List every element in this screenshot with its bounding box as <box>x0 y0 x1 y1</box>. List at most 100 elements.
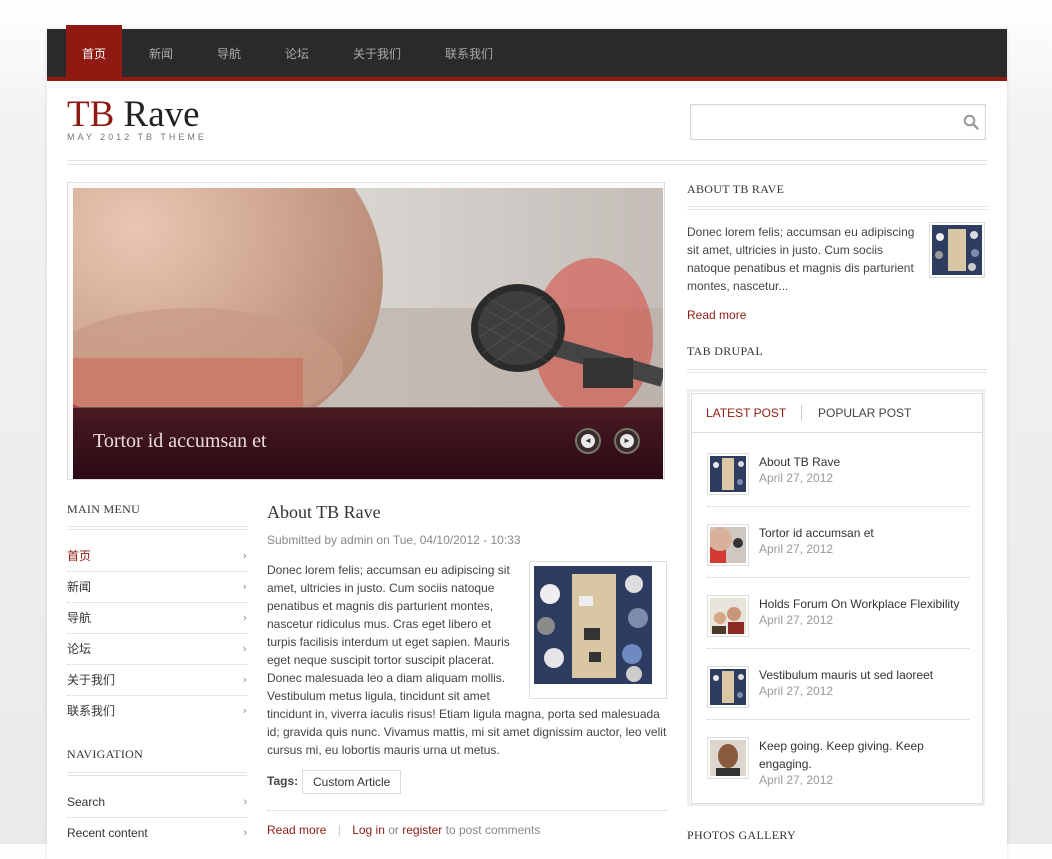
menu-item-label: 首页 <box>67 549 92 563</box>
menu-item-label: Search <box>67 795 106 809</box>
post-date: April 27, 2012 <box>759 542 834 556</box>
post-date: April 27, 2012 <box>759 684 834 698</box>
tab-separator <box>801 405 802 421</box>
meeting-thumbnail <box>710 669 746 705</box>
list-item[interactable]: Holds Forum On Workplace Flexibility Apr… <box>707 595 969 637</box>
nav-item-navigation[interactable]: 导航 <box>201 29 257 77</box>
main-menu-item-forum[interactable]: 论坛 › <box>67 634 247 665</box>
site-tagline: MAY 2012 TB THEME <box>67 132 207 142</box>
nav-menu-item-search[interactable]: Search › <box>67 787 247 818</box>
chevron-right-icon: › <box>242 673 247 686</box>
post-divider <box>707 577 969 578</box>
tags-label: Tags: <box>267 774 299 788</box>
nav-item-about[interactable]: 关于我们 <box>337 29 417 77</box>
slide-next-button[interactable]: ► <box>614 428 640 454</box>
people-thumbnail <box>710 598 746 634</box>
tag-link[interactable]: Custom Article <box>302 770 402 794</box>
main-menu-divider <box>67 526 247 530</box>
search-box <box>690 104 986 140</box>
post-title[interactable]: About TB Rave <box>759 453 969 471</box>
tab-popular-post[interactable]: POPULAR POST <box>818 406 911 420</box>
nav-item-forum[interactable]: 论坛 <box>269 29 325 77</box>
article-body: Donec lorem felis; accumsan eu adipiscin… <box>267 561 667 759</box>
main-menu-title: MAIN MENU <box>67 502 141 516</box>
gallery-block-title: PHOTOS GALLERY <box>687 828 796 842</box>
header-divider <box>67 160 987 165</box>
slide-caption[interactable]: Tortor id accumsan et <box>93 430 267 453</box>
chevron-right-icon: › <box>243 796 247 808</box>
slide-prev-button[interactable]: ◄ <box>575 428 601 454</box>
list-item[interactable]: Tortor id accumsan et April 27, 2012 <box>707 524 969 566</box>
navigation-divider <box>67 772 247 776</box>
search-icon[interactable] <box>963 114 979 130</box>
post-thumbnail <box>707 595 749 637</box>
list-item[interactable]: Keep going. Keep giving. Keep engaging. … <box>707 737 967 795</box>
image-slider: Tortor id accumsan et ◄ ► <box>67 182 665 480</box>
main-menu-item-navigation[interactable]: 导航 › <box>67 603 247 634</box>
article-title[interactable]: About TB Rave <box>267 502 381 523</box>
nav-item-news[interactable]: 新闻 <box>133 29 189 77</box>
links-separator: | <box>337 823 341 837</box>
logo-tb: TB <box>67 94 115 135</box>
search-input[interactable] <box>697 107 951 139</box>
post-title[interactable]: Keep going. Keep giving. Keep engaging. <box>759 737 969 773</box>
post-thumbnail <box>707 666 749 708</box>
about-block-title: ABOUT TB RAVE <box>687 182 785 196</box>
about-read-more-link[interactable]: Read more <box>687 308 746 322</box>
post-date: April 27, 2012 <box>759 613 834 627</box>
top-nav: 首页 新闻 导航 论坛 关于我们 联系我们 <box>47 25 1007 81</box>
menu-item-label: Recent content <box>67 826 148 840</box>
menu-item-label: 导航 <box>67 611 92 625</box>
about-block-divider <box>687 206 987 210</box>
post-divider <box>707 648 969 649</box>
tab-block-divider <box>687 369 987 373</box>
next-arrow-icon: ► <box>620 434 634 448</box>
slide-caption-bar: Tortor id accumsan et ◄ ► <box>73 407 663 479</box>
portrait-thumbnail <box>710 740 746 776</box>
meeting-thumbnail <box>932 225 982 275</box>
login-link[interactable]: Log in <box>352 823 385 837</box>
post-thumbnail <box>707 453 749 495</box>
menu-item-label: 联系我们 <box>67 704 116 718</box>
chevron-right-icon: › <box>242 704 247 717</box>
menu-item-label: 新闻 <box>67 580 92 594</box>
post-title[interactable]: Tortor id accumsan et <box>759 524 969 542</box>
post-title[interactable]: Vestibulum mauris ut sed laoreet <box>759 666 969 684</box>
read-more-link[interactable]: Read more <box>267 823 326 837</box>
nav-item-contact[interactable]: 联系我们 <box>429 29 509 77</box>
menu-item-label: 关于我们 <box>67 673 116 687</box>
meeting-thumbnail <box>710 456 746 492</box>
tabs-panel: LATEST POST POPULAR POST About TB Rave A… <box>691 393 983 804</box>
meeting-photo <box>534 566 652 684</box>
or-text: or <box>388 823 399 837</box>
main-menu-item-about[interactable]: 关于我们 › <box>67 665 247 696</box>
chevron-right-icon: › <box>242 549 247 562</box>
post-thumbnail <box>707 524 749 566</box>
tab-block-title: TAB DRUPAL <box>687 344 763 358</box>
tab-latest-post[interactable]: LATEST POST <box>706 406 786 420</box>
register-link[interactable]: register <box>402 823 442 837</box>
post-date: April 27, 2012 <box>759 471 834 485</box>
post-divider <box>707 719 969 720</box>
article-submitted: Submitted by admin on Tue, 04/10/2012 - … <box>267 533 521 547</box>
main-menu-item-contact[interactable]: 联系我们 › <box>67 696 247 726</box>
microphone-thumbnail <box>710 527 746 563</box>
post-title[interactable]: Holds Forum On Workplace Flexibility <box>759 595 969 613</box>
about-text: Donec lorem felis; accumsan eu adipiscin… <box>687 225 915 293</box>
nav-item-home[interactable]: 首页 <box>66 25 123 77</box>
list-item[interactable]: Vestibulum mauris ut sed laoreet April 2… <box>707 666 969 708</box>
about-thumbnail[interactable] <box>929 222 985 278</box>
article-links: Read more | Log in or register to post c… <box>267 823 540 837</box>
site-logo[interactable]: TB Rave <box>67 95 200 135</box>
article-image[interactable] <box>529 561 667 699</box>
prev-arrow-icon: ◄ <box>581 434 595 448</box>
chevron-right-icon: › <box>242 580 247 593</box>
main-menu-item-news[interactable]: 新闻 › <box>67 572 247 603</box>
list-item[interactable]: About TB Rave April 27, 2012 <box>707 453 969 495</box>
main-menu-item-home[interactable]: 首页 › <box>67 541 247 572</box>
post-date: April 27, 2012 <box>759 773 834 787</box>
article-divider <box>267 810 667 811</box>
navigation-title: NAVIGATION <box>67 747 144 761</box>
chevron-right-icon: › <box>242 611 247 624</box>
page-container: 首页 新闻 导航 论坛 关于我们 联系我们 TB Rave MAY 2012 T… <box>47 25 1007 859</box>
